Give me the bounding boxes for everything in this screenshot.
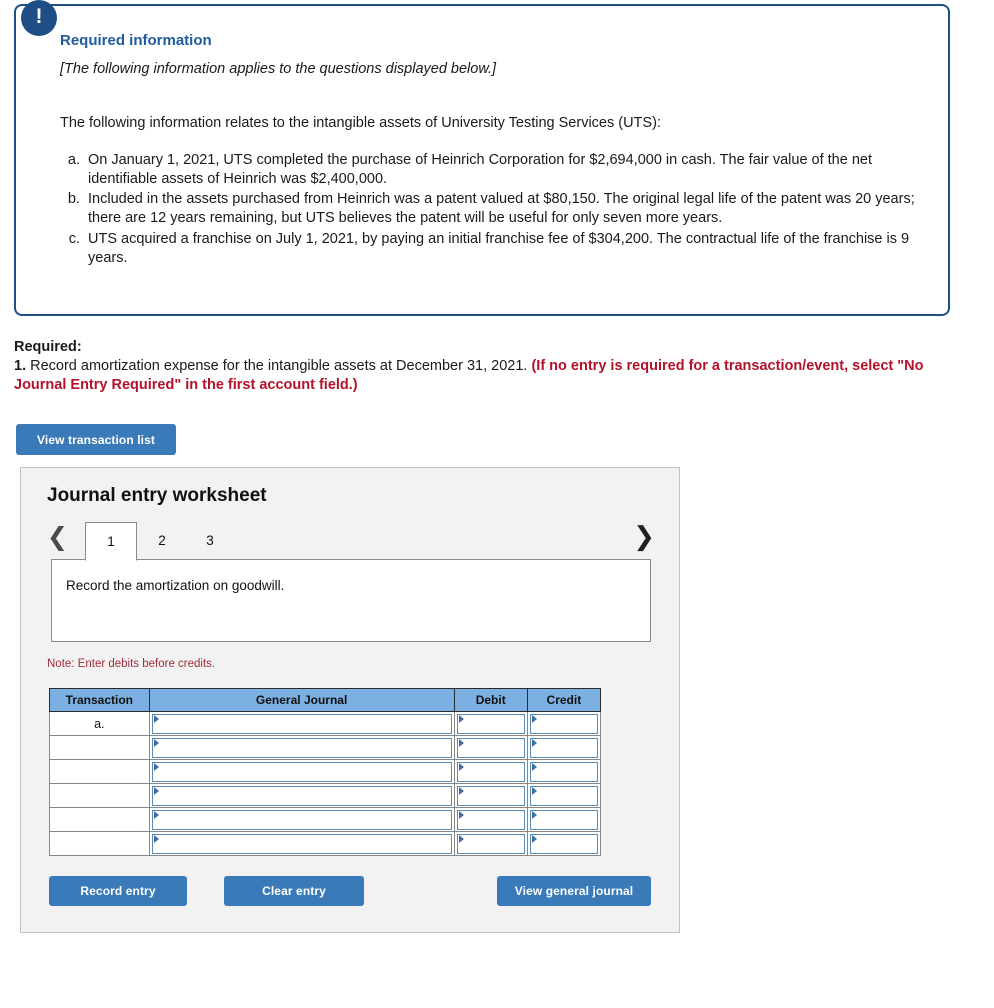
general-journal-cell[interactable]: [148, 807, 455, 832]
credit-cell[interactable]: [526, 711, 602, 736]
required-item-number: 1.: [14, 358, 27, 375]
worksheet-title: Journal entry worksheet: [47, 485, 267, 506]
account-select[interactable]: [151, 809, 452, 830]
column-header-general-journal: General Journal: [148, 688, 455, 712]
fact-list: On January 1, 2021, UTS completed the pu…: [60, 151, 918, 268]
general-journal-cell[interactable]: [148, 831, 455, 856]
account-select[interactable]: [151, 737, 452, 758]
table-row: a.: [49, 711, 602, 736]
column-header-transaction: Transaction: [49, 688, 150, 712]
entry-description-box: Record the amortization on goodwill.: [51, 559, 651, 642]
table-row: [49, 807, 602, 832]
credit-cell[interactable]: [526, 735, 602, 760]
journal-entry-worksheet-panel: Journal entry worksheet ❮ 1 2 3 ❯ Record…: [20, 467, 680, 933]
table-row: [49, 759, 602, 784]
credit-input[interactable]: [529, 833, 598, 854]
required-item: 1. Record amortization expense for the i…: [14, 357, 974, 395]
journal-entry-table: Transaction General Journal Debit Credit…: [49, 688, 602, 856]
table-row: [49, 831, 602, 856]
callout-body: Required information [The following info…: [16, 6, 948, 268]
credit-input[interactable]: [529, 809, 598, 830]
chevron-right-icon[interactable]: ❯: [633, 520, 655, 554]
credit-cell[interactable]: [526, 807, 602, 832]
debits-before-credits-note: Note: Enter debits before credits.: [47, 658, 216, 670]
table-header-row: Transaction General Journal Debit Credit: [49, 688, 602, 712]
debit-input[interactable]: [456, 713, 525, 734]
credit-input[interactable]: [529, 785, 598, 806]
account-select[interactable]: [151, 785, 452, 806]
callout-lead-text: The following information relates to the…: [60, 115, 661, 131]
debit-input[interactable]: [456, 737, 525, 758]
debit-input[interactable]: [456, 809, 525, 830]
transaction-label: [49, 735, 150, 760]
required-label: Required:: [14, 339, 82, 355]
credit-input[interactable]: [529, 761, 598, 782]
required-item-text: Record amortization expense for the inta…: [26, 358, 532, 375]
debit-cell[interactable]: [453, 783, 528, 808]
tab-3[interactable]: 3: [199, 522, 221, 561]
column-header-credit: Credit: [526, 688, 602, 712]
debit-input[interactable]: [456, 761, 525, 782]
table-row: [49, 735, 602, 760]
debit-cell[interactable]: [453, 807, 528, 832]
callout-title: Required information: [60, 32, 212, 49]
list-item: UTS acquired a franchise on July 1, 2021…: [84, 230, 918, 268]
tab-1[interactable]: 1: [85, 522, 137, 561]
credit-input[interactable]: [529, 737, 598, 758]
list-item: On January 1, 2021, UTS completed the pu…: [84, 151, 918, 189]
tab-2[interactable]: 2: [151, 522, 173, 561]
general-journal-cell[interactable]: [148, 735, 455, 760]
debit-cell[interactable]: [453, 711, 528, 736]
required-instructions: Required: 1. Record amortization expense…: [14, 338, 974, 395]
table-row: [49, 783, 602, 808]
debit-input[interactable]: [456, 785, 525, 806]
credit-cell[interactable]: [526, 783, 602, 808]
transaction-label: [49, 759, 150, 784]
debit-input[interactable]: [456, 833, 525, 854]
general-journal-cell[interactable]: [148, 783, 455, 808]
transaction-label: a.: [49, 711, 150, 736]
account-select[interactable]: [151, 713, 452, 734]
credit-input[interactable]: [529, 713, 598, 734]
required-information-callout: ! Required information [The following in…: [14, 0, 950, 316]
column-header-debit: Debit: [453, 688, 528, 712]
clear-entry-button[interactable]: Clear entry: [224, 876, 364, 906]
view-general-journal-button[interactable]: View general journal: [497, 876, 651, 906]
table-body: a.: [49, 711, 602, 856]
list-item: Included in the assets purchased from He…: [84, 190, 918, 228]
record-entry-button[interactable]: Record entry: [49, 876, 187, 906]
general-journal-cell[interactable]: [148, 759, 455, 784]
question-page: ! Required information [The following in…: [0, 0, 994, 1008]
debit-cell[interactable]: [453, 759, 528, 784]
debit-cell[interactable]: [453, 735, 528, 760]
view-transaction-list-button[interactable]: View transaction list: [16, 424, 176, 455]
exclamation-icon: !: [21, 0, 57, 36]
credit-cell[interactable]: [526, 831, 602, 856]
account-select[interactable]: [151, 761, 452, 782]
account-select[interactable]: [151, 833, 452, 854]
general-journal-cell[interactable]: [148, 711, 455, 736]
transaction-label: [49, 831, 150, 856]
debit-cell[interactable]: [453, 831, 528, 856]
transaction-label: [49, 807, 150, 832]
chevron-left-icon[interactable]: ❮: [47, 520, 68, 554]
callout-italic-note: [The following information applies to th…: [60, 61, 497, 77]
transaction-label: [49, 783, 150, 808]
credit-cell[interactable]: [526, 759, 602, 784]
worksheet-tabs: ❮ 1 2 3 ❯: [47, 520, 655, 561]
